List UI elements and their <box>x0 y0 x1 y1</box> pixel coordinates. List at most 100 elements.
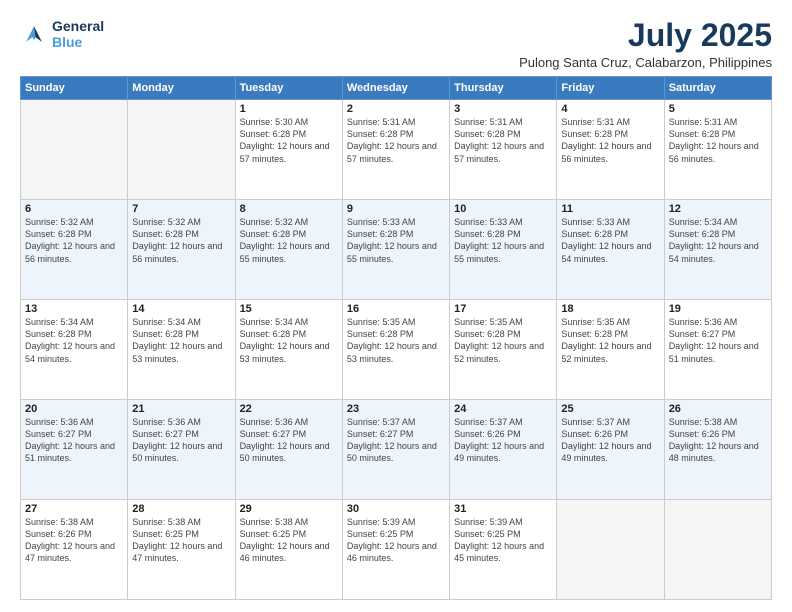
day-number: 9 <box>347 203 445 215</box>
day-number: 31 <box>454 503 552 515</box>
calendar-day-cell: 9Sunrise: 5:33 AM Sunset: 6:28 PM Daylig… <box>342 200 449 300</box>
day-info: Sunrise: 5:37 AM Sunset: 6:27 PM Dayligh… <box>347 416 445 465</box>
day-number: 12 <box>669 203 767 215</box>
weekday-header-tuesday: Tuesday <box>235 77 342 100</box>
page: General Blue July 2025 Pulong Santa Cruz… <box>0 0 792 612</box>
calendar-week-row: 20Sunrise: 5:36 AM Sunset: 6:27 PM Dayli… <box>21 400 772 500</box>
day-info: Sunrise: 5:31 AM Sunset: 6:28 PM Dayligh… <box>454 116 552 165</box>
calendar-day-cell: 28Sunrise: 5:38 AM Sunset: 6:25 PM Dayli… <box>128 500 235 600</box>
calendar-day-cell: 10Sunrise: 5:33 AM Sunset: 6:28 PM Dayli… <box>450 200 557 300</box>
day-info: Sunrise: 5:33 AM Sunset: 6:28 PM Dayligh… <box>561 216 659 265</box>
calendar-table: SundayMondayTuesdayWednesdayThursdayFrid… <box>20 76 772 600</box>
day-number: 6 <box>25 203 123 215</box>
calendar-day-cell <box>557 500 664 600</box>
day-number: 20 <box>25 403 123 415</box>
calendar-day-cell: 14Sunrise: 5:34 AM Sunset: 6:28 PM Dayli… <box>128 300 235 400</box>
weekday-header-thursday: Thursday <box>450 77 557 100</box>
header: General Blue July 2025 Pulong Santa Cruz… <box>20 18 772 70</box>
day-info: Sunrise: 5:39 AM Sunset: 6:25 PM Dayligh… <box>454 516 552 565</box>
day-number: 5 <box>669 103 767 115</box>
day-number: 13 <box>25 303 123 315</box>
day-info: Sunrise: 5:34 AM Sunset: 6:28 PM Dayligh… <box>669 216 767 265</box>
day-info: Sunrise: 5:36 AM Sunset: 6:27 PM Dayligh… <box>669 316 767 365</box>
calendar-day-cell: 21Sunrise: 5:36 AM Sunset: 6:27 PM Dayli… <box>128 400 235 500</box>
day-number: 14 <box>132 303 230 315</box>
day-info: Sunrise: 5:36 AM Sunset: 6:27 PM Dayligh… <box>132 416 230 465</box>
day-number: 22 <box>240 403 338 415</box>
day-number: 27 <box>25 503 123 515</box>
day-info: Sunrise: 5:38 AM Sunset: 6:25 PM Dayligh… <box>240 516 338 565</box>
calendar-week-row: 27Sunrise: 5:38 AM Sunset: 6:26 PM Dayli… <box>21 500 772 600</box>
day-info: Sunrise: 5:35 AM Sunset: 6:28 PM Dayligh… <box>347 316 445 365</box>
weekday-header-friday: Friday <box>557 77 664 100</box>
title-block: July 2025 Pulong Santa Cruz, Calabarzon,… <box>519 18 772 70</box>
day-number: 15 <box>240 303 338 315</box>
day-info: Sunrise: 5:32 AM Sunset: 6:28 PM Dayligh… <box>240 216 338 265</box>
calendar-day-cell: 26Sunrise: 5:38 AM Sunset: 6:26 PM Dayli… <box>664 400 771 500</box>
day-number: 28 <box>132 503 230 515</box>
day-number: 11 <box>561 203 659 215</box>
calendar-day-cell: 19Sunrise: 5:36 AM Sunset: 6:27 PM Dayli… <box>664 300 771 400</box>
day-info: Sunrise: 5:36 AM Sunset: 6:27 PM Dayligh… <box>25 416 123 465</box>
day-info: Sunrise: 5:33 AM Sunset: 6:28 PM Dayligh… <box>454 216 552 265</box>
calendar-header-row: SundayMondayTuesdayWednesdayThursdayFrid… <box>21 77 772 100</box>
day-info: Sunrise: 5:32 AM Sunset: 6:28 PM Dayligh… <box>132 216 230 265</box>
calendar-day-cell: 7Sunrise: 5:32 AM Sunset: 6:28 PM Daylig… <box>128 200 235 300</box>
calendar-day-cell <box>664 500 771 600</box>
day-number: 8 <box>240 203 338 215</box>
day-info: Sunrise: 5:34 AM Sunset: 6:28 PM Dayligh… <box>240 316 338 365</box>
calendar-week-row: 13Sunrise: 5:34 AM Sunset: 6:28 PM Dayli… <box>21 300 772 400</box>
weekday-header-saturday: Saturday <box>664 77 771 100</box>
calendar-day-cell: 22Sunrise: 5:36 AM Sunset: 6:27 PM Dayli… <box>235 400 342 500</box>
day-info: Sunrise: 5:34 AM Sunset: 6:28 PM Dayligh… <box>25 316 123 365</box>
day-info: Sunrise: 5:39 AM Sunset: 6:25 PM Dayligh… <box>347 516 445 565</box>
calendar-day-cell: 31Sunrise: 5:39 AM Sunset: 6:25 PM Dayli… <box>450 500 557 600</box>
logo-text: General Blue <box>52 18 104 50</box>
calendar-day-cell: 6Sunrise: 5:32 AM Sunset: 6:28 PM Daylig… <box>21 200 128 300</box>
calendar-day-cell: 20Sunrise: 5:36 AM Sunset: 6:27 PM Dayli… <box>21 400 128 500</box>
calendar-day-cell: 1Sunrise: 5:30 AM Sunset: 6:28 PM Daylig… <box>235 100 342 200</box>
calendar-day-cell: 8Sunrise: 5:32 AM Sunset: 6:28 PM Daylig… <box>235 200 342 300</box>
day-number: 29 <box>240 503 338 515</box>
day-number: 7 <box>132 203 230 215</box>
calendar-day-cell: 3Sunrise: 5:31 AM Sunset: 6:28 PM Daylig… <box>450 100 557 200</box>
day-number: 16 <box>347 303 445 315</box>
day-info: Sunrise: 5:32 AM Sunset: 6:28 PM Dayligh… <box>25 216 123 265</box>
day-number: 30 <box>347 503 445 515</box>
day-number: 1 <box>240 103 338 115</box>
calendar-day-cell: 27Sunrise: 5:38 AM Sunset: 6:26 PM Dayli… <box>21 500 128 600</box>
day-info: Sunrise: 5:37 AM Sunset: 6:26 PM Dayligh… <box>454 416 552 465</box>
day-number: 21 <box>132 403 230 415</box>
logo: General Blue <box>20 18 104 50</box>
weekday-header-monday: Monday <box>128 77 235 100</box>
calendar-day-cell: 29Sunrise: 5:38 AM Sunset: 6:25 PM Dayli… <box>235 500 342 600</box>
calendar-day-cell <box>128 100 235 200</box>
day-number: 18 <box>561 303 659 315</box>
day-number: 23 <box>347 403 445 415</box>
day-info: Sunrise: 5:30 AM Sunset: 6:28 PM Dayligh… <box>240 116 338 165</box>
calendar-day-cell: 13Sunrise: 5:34 AM Sunset: 6:28 PM Dayli… <box>21 300 128 400</box>
calendar-day-cell: 15Sunrise: 5:34 AM Sunset: 6:28 PM Dayli… <box>235 300 342 400</box>
calendar-day-cell: 11Sunrise: 5:33 AM Sunset: 6:28 PM Dayli… <box>557 200 664 300</box>
calendar-day-cell: 30Sunrise: 5:39 AM Sunset: 6:25 PM Dayli… <box>342 500 449 600</box>
subtitle: Pulong Santa Cruz, Calabarzon, Philippin… <box>519 55 772 70</box>
calendar-day-cell: 4Sunrise: 5:31 AM Sunset: 6:28 PM Daylig… <box>557 100 664 200</box>
day-number: 3 <box>454 103 552 115</box>
calendar-day-cell: 2Sunrise: 5:31 AM Sunset: 6:28 PM Daylig… <box>342 100 449 200</box>
day-number: 4 <box>561 103 659 115</box>
calendar-day-cell: 18Sunrise: 5:35 AM Sunset: 6:28 PM Dayli… <box>557 300 664 400</box>
day-number: 24 <box>454 403 552 415</box>
calendar-week-row: 1Sunrise: 5:30 AM Sunset: 6:28 PM Daylig… <box>21 100 772 200</box>
logo-icon <box>20 20 48 48</box>
calendar-day-cell: 24Sunrise: 5:37 AM Sunset: 6:26 PM Dayli… <box>450 400 557 500</box>
weekday-header-wednesday: Wednesday <box>342 77 449 100</box>
calendar-day-cell: 5Sunrise: 5:31 AM Sunset: 6:28 PM Daylig… <box>664 100 771 200</box>
day-info: Sunrise: 5:31 AM Sunset: 6:28 PM Dayligh… <box>347 116 445 165</box>
day-info: Sunrise: 5:38 AM Sunset: 6:25 PM Dayligh… <box>132 516 230 565</box>
day-info: Sunrise: 5:35 AM Sunset: 6:28 PM Dayligh… <box>454 316 552 365</box>
day-number: 26 <box>669 403 767 415</box>
calendar-day-cell: 25Sunrise: 5:37 AM Sunset: 6:26 PM Dayli… <box>557 400 664 500</box>
calendar-day-cell: 16Sunrise: 5:35 AM Sunset: 6:28 PM Dayli… <box>342 300 449 400</box>
day-number: 25 <box>561 403 659 415</box>
day-number: 17 <box>454 303 552 315</box>
